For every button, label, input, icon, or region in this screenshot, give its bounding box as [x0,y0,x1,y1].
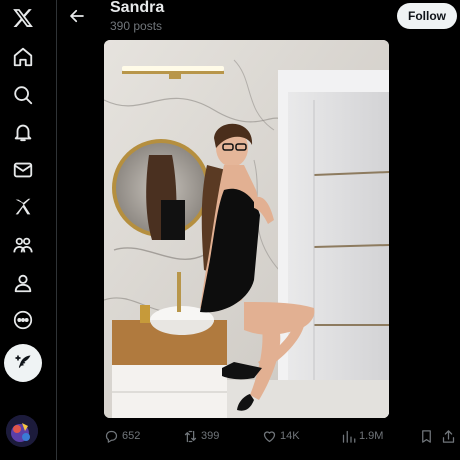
search-icon[interactable] [4,80,42,110]
x-logo-icon[interactable] [4,3,42,33]
repost-button[interactable]: 399 [183,424,219,448]
bookmark-button[interactable] [419,424,434,448]
account-avatar[interactable] [6,415,38,447]
more-icon[interactable] [4,305,42,335]
profile-icon[interactable] [4,268,42,298]
like-count: 14K [280,430,300,442]
view-count: 1.9M [359,430,384,442]
communities-icon[interactable] [4,230,42,260]
follow-button[interactable]: Follow [397,3,457,29]
post-action-bar: 652 399 14K 1.9M [57,424,460,448]
back-button[interactable] [63,2,91,30]
post-media-image[interactable] [104,40,389,418]
home-icon[interactable] [4,42,42,72]
compose-post-button[interactable] [4,344,42,382]
share-icon [442,429,455,443]
share-button[interactable] [441,424,456,448]
arrow-left-icon [70,9,84,23]
like-button[interactable]: 14K [262,424,300,448]
notifications-icon[interactable] [4,117,42,147]
compose-post-icon [15,355,31,368]
bookmark-icon [422,429,431,443]
reply-button[interactable]: 652 [104,424,140,448]
rail-divider [56,0,57,460]
messages-icon[interactable] [4,155,42,185]
avatar-image [6,415,38,447]
repost-icon [184,430,197,442]
post-count: 390 posts [110,19,163,33]
heart-icon [263,430,276,442]
views-button[interactable]: 1.9M [341,424,383,448]
repost-count: 399 [201,430,220,442]
profile-header: Sandra 390 posts Follow [57,0,460,34]
reply-count: 652 [122,430,141,442]
profile-name: Sandra [110,0,165,16]
reply-icon [105,430,118,443]
views-chart-icon [342,430,356,443]
grok-icon[interactable] [4,192,42,222]
side-navigation [0,0,46,460]
